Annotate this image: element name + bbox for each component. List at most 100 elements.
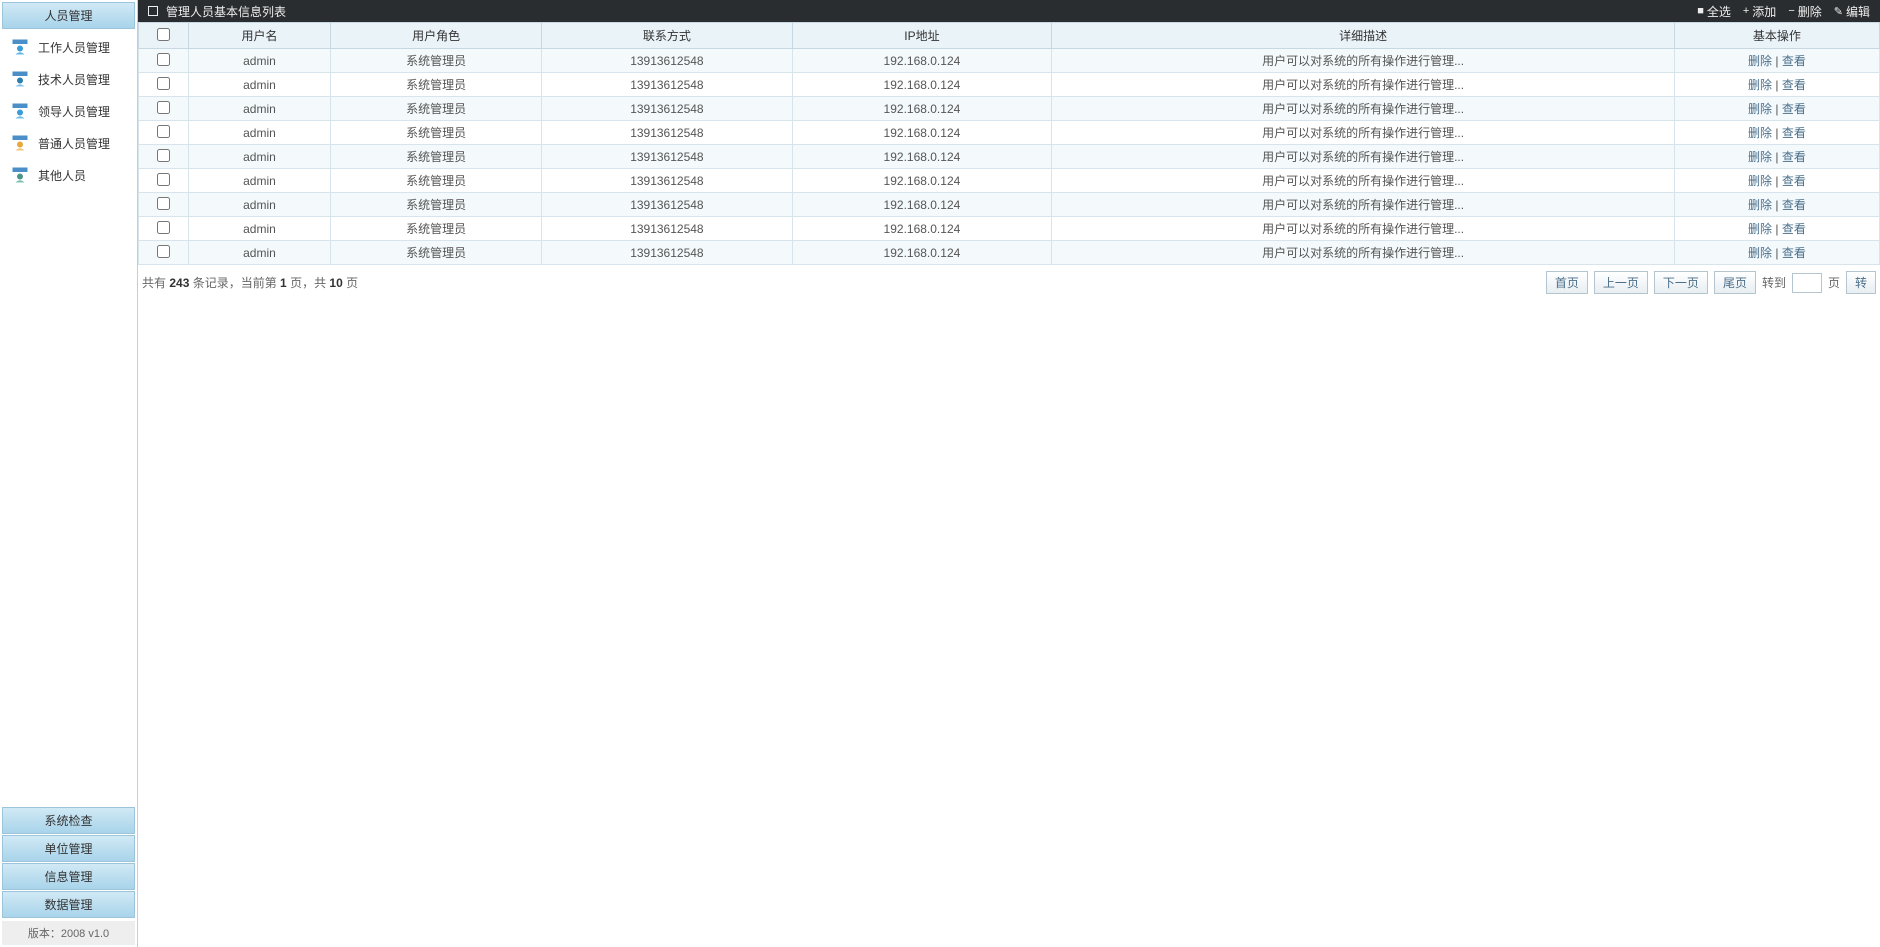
- cell-contact: 13913612548: [542, 97, 792, 121]
- cell-ip: 192.168.0.124: [792, 49, 1052, 73]
- header-username: 用户名: [189, 23, 331, 49]
- row-checkbox-cell: [139, 121, 189, 145]
- row-checkbox-cell: [139, 241, 189, 265]
- version-label: 版本：2008 v1.0: [2, 921, 135, 945]
- sidebar-item-label: 工作人员管理: [38, 39, 110, 56]
- next-page-button[interactable]: 下一页: [1654, 271, 1708, 294]
- header-contact: 联系方式: [542, 23, 792, 49]
- sidebar-item-0[interactable]: 工作人员管理: [0, 31, 137, 63]
- person-icon: [10, 133, 30, 153]
- row-view-link[interactable]: 查看: [1782, 174, 1806, 188]
- cell-description: 用户可以对系统的所有操作进行管理...: [1052, 169, 1675, 193]
- cell-operation: 删除 | 查看: [1674, 217, 1879, 241]
- row-checkbox[interactable]: [157, 245, 170, 258]
- select-all-button[interactable]: ■ 全选: [1697, 3, 1731, 20]
- cell-username: admin: [189, 73, 331, 97]
- sidebar-header-personnel[interactable]: 人员管理: [2, 2, 135, 29]
- row-delete-link[interactable]: 删除: [1748, 246, 1772, 260]
- row-checkbox-cell: [139, 97, 189, 121]
- row-view-link[interactable]: 查看: [1782, 198, 1806, 212]
- row-checkbox[interactable]: [157, 53, 170, 66]
- page-unit-label: 页: [1828, 274, 1840, 291]
- cell-contact: 13913612548: [542, 73, 792, 97]
- row-checkbox-cell: [139, 145, 189, 169]
- row-delete-link[interactable]: 删除: [1748, 102, 1772, 116]
- cell-operation: 删除 | 查看: [1674, 169, 1879, 193]
- separator: |: [1772, 174, 1782, 188]
- sidebar-bottom-item-2[interactable]: 信息管理: [2, 863, 135, 890]
- select-all-checkbox[interactable]: [157, 28, 170, 41]
- row-checkbox[interactable]: [157, 173, 170, 186]
- cell-operation: 删除 | 查看: [1674, 121, 1879, 145]
- row-delete-link[interactable]: 删除: [1748, 174, 1772, 188]
- person-icon: [10, 37, 30, 57]
- row-delete-link[interactable]: 删除: [1748, 198, 1772, 212]
- row-checkbox-cell: [139, 217, 189, 241]
- row-view-link[interactable]: 查看: [1782, 102, 1806, 116]
- separator: |: [1772, 246, 1782, 260]
- table-row: admin系统管理员13913612548192.168.0.124用户可以对系…: [139, 97, 1880, 121]
- cell-ip: 192.168.0.124: [792, 217, 1052, 241]
- row-delete-link[interactable]: 删除: [1748, 150, 1772, 164]
- go-button[interactable]: 转: [1846, 271, 1876, 294]
- cell-description: 用户可以对系统的所有操作进行管理...: [1052, 193, 1675, 217]
- row-view-link[interactable]: 查看: [1782, 78, 1806, 92]
- cell-contact: 13913612548: [542, 49, 792, 73]
- minus-icon: −: [1788, 5, 1794, 17]
- first-page-button[interactable]: 首页: [1546, 271, 1588, 294]
- table-row: admin系统管理员13913612548192.168.0.124用户可以对系…: [139, 217, 1880, 241]
- cell-role: 系统管理员: [330, 49, 541, 73]
- sidebar-bottom-item-1[interactable]: 单位管理: [2, 835, 135, 862]
- prev-page-button[interactable]: 上一页: [1594, 271, 1648, 294]
- row-checkbox[interactable]: [157, 77, 170, 90]
- sidebar-bottom-item-0[interactable]: 系统检查: [2, 807, 135, 834]
- row-checkbox-cell: [139, 73, 189, 97]
- separator: |: [1772, 78, 1782, 92]
- cell-username: admin: [189, 97, 331, 121]
- row-checkbox[interactable]: [157, 197, 170, 210]
- row-delete-link[interactable]: 删除: [1748, 222, 1772, 236]
- sidebar-item-2[interactable]: 领导人员管理: [0, 95, 137, 127]
- table-row: admin系统管理员13913612548192.168.0.124用户可以对系…: [139, 145, 1880, 169]
- cell-ip: 192.168.0.124: [792, 73, 1052, 97]
- person-icon: [10, 101, 30, 121]
- sidebar-item-label: 普通人员管理: [38, 135, 110, 152]
- sidebar-bottom-item-3[interactable]: 数据管理: [2, 891, 135, 918]
- row-checkbox[interactable]: [157, 125, 170, 138]
- cell-role: 系统管理员: [330, 169, 541, 193]
- row-view-link[interactable]: 查看: [1782, 150, 1806, 164]
- cell-ip: 192.168.0.124: [792, 145, 1052, 169]
- cell-operation: 删除 | 查看: [1674, 241, 1879, 265]
- row-view-link[interactable]: 查看: [1782, 246, 1806, 260]
- table-row: admin系统管理员13913612548192.168.0.124用户可以对系…: [139, 169, 1880, 193]
- table-row: admin系统管理员13913612548192.168.0.124用户可以对系…: [139, 73, 1880, 97]
- goto-label: 转到: [1762, 274, 1786, 291]
- add-button[interactable]: + 添加: [1743, 3, 1776, 20]
- row-delete-link[interactable]: 删除: [1748, 126, 1772, 140]
- sidebar-item-1[interactable]: 技术人员管理: [0, 63, 137, 95]
- main-content: 管理人员基本信息列表 ■ 全选 + 添加 − 删除 ✎ 编辑: [138, 0, 1880, 947]
- row-checkbox[interactable]: [157, 221, 170, 234]
- edit-button[interactable]: ✎ 编辑: [1834, 3, 1870, 20]
- cell-role: 系统管理员: [330, 73, 541, 97]
- separator: |: [1772, 126, 1782, 140]
- titlebar-title: 管理人员基本信息列表: [166, 3, 286, 20]
- sidebar-item-4[interactable]: 其他人员: [0, 159, 137, 191]
- page-input[interactable]: [1792, 273, 1822, 293]
- last-page-button[interactable]: 尾页: [1714, 271, 1756, 294]
- row-delete-link[interactable]: 删除: [1748, 54, 1772, 68]
- sidebar-item-3[interactable]: 普通人员管理: [0, 127, 137, 159]
- row-view-link[interactable]: 查看: [1782, 126, 1806, 140]
- cell-ip: 192.168.0.124: [792, 241, 1052, 265]
- row-checkbox[interactable]: [157, 149, 170, 162]
- row-view-link[interactable]: 查看: [1782, 222, 1806, 236]
- row-checkbox-cell: [139, 49, 189, 73]
- cell-operation: 删除 | 查看: [1674, 73, 1879, 97]
- row-checkbox[interactable]: [157, 101, 170, 114]
- delete-button[interactable]: − 删除: [1788, 3, 1821, 20]
- total-pages: 10: [329, 276, 342, 290]
- row-view-link[interactable]: 查看: [1782, 54, 1806, 68]
- row-delete-link[interactable]: 删除: [1748, 78, 1772, 92]
- cell-description: 用户可以对系统的所有操作进行管理...: [1052, 49, 1675, 73]
- cell-ip: 192.168.0.124: [792, 169, 1052, 193]
